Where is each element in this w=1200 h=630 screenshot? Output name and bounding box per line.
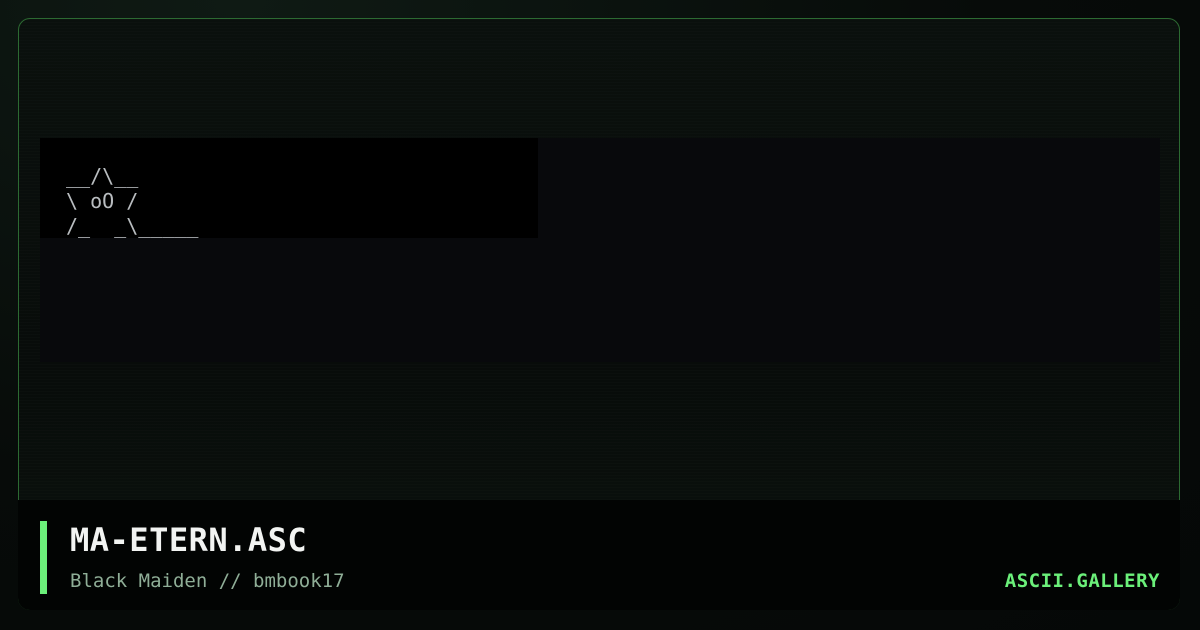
accent-bar: [40, 521, 47, 594]
site-brand: ASCII.GALLERY: [1004, 570, 1160, 592]
ascii-art-line: /_ _\_____: [66, 214, 199, 238]
ascii-art-line: \ oO /: [66, 189, 139, 213]
ascii-art-line: __/\__: [66, 164, 139, 188]
artwork-title: MA-ETERN.ASC: [70, 521, 308, 559]
artwork-credit: Black Maiden // bmbook17: [70, 570, 345, 592]
ascii-art: __/\__ \ oO / /_ _\_____: [66, 164, 198, 239]
